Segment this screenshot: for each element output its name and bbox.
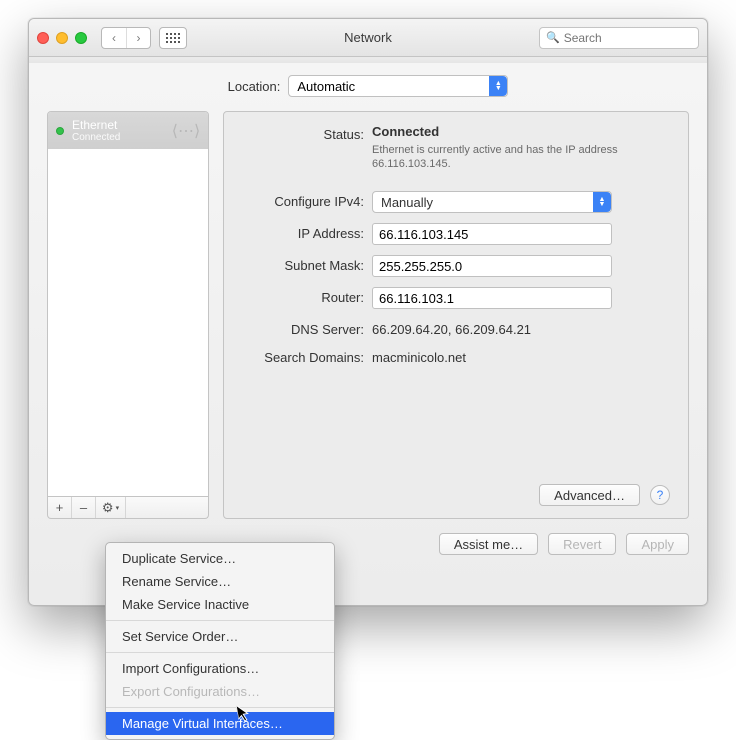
ip-input[interactable] <box>372 223 612 245</box>
advanced-button[interactable]: Advanced… <box>539 484 640 506</box>
router-label: Router: <box>232 287 372 305</box>
advanced-row: Advanced… ? <box>539 484 670 506</box>
mask-row: Subnet Mask: <box>232 255 670 277</box>
location-row: Location: Automatic ▲▼ <box>47 75 689 97</box>
menu-import-configs[interactable]: Import Configurations… <box>106 657 334 680</box>
status-label: Status: <box>232 124 372 142</box>
nav-buttons: ‹ › <box>101 27 151 49</box>
list-toolbar: + – ⚙︎▾ <box>47 497 209 519</box>
search-domains-label: Search Domains: <box>232 347 372 365</box>
service-name: Ethernet <box>72 118 172 132</box>
status-dot-icon <box>56 127 64 135</box>
configure-row: Configure IPv4: Manually ▲▼ <box>232 191 670 213</box>
router-row: Router: <box>232 287 670 309</box>
status-value: Connected <box>372 124 439 139</box>
location-label: Location: <box>228 79 281 94</box>
minus-icon: – <box>80 500 87 515</box>
chevron-left-icon: ‹ <box>112 31 116 45</box>
location-select[interactable]: Automatic ▲▼ <box>288 75 508 97</box>
router-input[interactable] <box>372 287 612 309</box>
status-detail: Ethernet is currently active and has the… <box>372 143 670 171</box>
menu-separator <box>106 707 334 708</box>
service-item-ethernet[interactable]: Ethernet Connected ⟨⋯⟩ <box>48 112 208 149</box>
updown-icon: ▲▼ <box>489 76 507 96</box>
forward-button[interactable]: › <box>126 28 150 48</box>
add-service-button[interactable]: + <box>48 497 72 518</box>
mask-input[interactable] <box>372 255 612 277</box>
traffic-lights <box>37 32 87 44</box>
zoom-button[interactable] <box>75 32 87 44</box>
assist-button[interactable]: Assist me… <box>439 533 538 555</box>
minimize-button[interactable] <box>56 32 68 44</box>
updown-icon: ▲▼ <box>593 192 611 212</box>
window-title: Network <box>344 30 392 45</box>
ethernet-icon: ⟨⋯⟩ <box>172 122 200 140</box>
sidebar: Ethernet Connected ⟨⋯⟩ + – ⚙︎▾ <box>47 111 209 519</box>
dns-row: DNS Server: 66.209.64.20, 66.209.64.21 <box>232 319 670 337</box>
chevron-down-icon: ▾ <box>116 504 120 512</box>
show-all-button[interactable] <box>159 27 187 49</box>
search-input[interactable] <box>564 31 692 45</box>
help-icon: ? <box>657 488 664 502</box>
revert-button[interactable]: Revert <box>548 533 616 555</box>
location-value: Automatic <box>297 79 355 94</box>
grid-icon <box>166 33 180 43</box>
back-button[interactable]: ‹ <box>102 28 126 48</box>
menu-set-order[interactable]: Set Service Order… <box>106 625 334 648</box>
main-split: Ethernet Connected ⟨⋯⟩ + – ⚙︎▾ <box>47 111 689 519</box>
configure-select[interactable]: Manually ▲▼ <box>372 191 612 213</box>
search-field[interactable]: 🔍 <box>539 27 699 49</box>
status-value-container: Connected Ethernet is currently active a… <box>372 124 670 171</box>
dns-value: 66.209.64.20, 66.209.64.21 <box>372 319 670 337</box>
help-button[interactable]: ? <box>650 485 670 505</box>
configure-label: Configure IPv4: <box>232 191 372 209</box>
details-pane: Status: Connected Ethernet is currently … <box>223 111 689 519</box>
menu-separator <box>106 620 334 621</box>
service-status: Connected <box>72 132 172 143</box>
plus-icon: + <box>56 500 64 515</box>
remove-service-button[interactable]: – <box>72 497 96 518</box>
ip-row: IP Address: <box>232 223 670 245</box>
menu-duplicate-service[interactable]: Duplicate Service… <box>106 547 334 570</box>
service-text: Ethernet Connected <box>72 118 172 143</box>
gear-menu-button[interactable]: ⚙︎▾ <box>96 497 126 518</box>
chevron-right-icon: › <box>137 31 141 45</box>
mask-label: Subnet Mask: <box>232 255 372 273</box>
titlebar: ‹ › Network 🔍 <box>29 19 707 57</box>
ip-label: IP Address: <box>232 223 372 241</box>
gear-context-menu: Duplicate Service… Rename Service… Make … <box>105 542 335 740</box>
service-list[interactable]: Ethernet Connected ⟨⋯⟩ <box>47 111 209 497</box>
gear-icon: ⚙︎ <box>102 500 114 516</box>
menu-rename-service[interactable]: Rename Service… <box>106 570 334 593</box>
close-button[interactable] <box>37 32 49 44</box>
menu-manage-virtual-interfaces[interactable]: Manage Virtual Interfaces… <box>106 712 334 735</box>
search-domains-value: macminicolo.net <box>372 347 670 365</box>
content: Location: Automatic ▲▼ Ethernet Connecte… <box>29 63 707 555</box>
apply-button[interactable]: Apply <box>626 533 689 555</box>
dns-label: DNS Server: <box>232 319 372 337</box>
network-preferences-window: ‹ › Network 🔍 Location: Automatic ▲▼ <box>28 18 708 606</box>
configure-value: Manually <box>381 195 433 210</box>
menu-separator <box>106 652 334 653</box>
status-row: Status: Connected Ethernet is currently … <box>232 124 670 171</box>
search-domains-row: Search Domains: macminicolo.net <box>232 347 670 365</box>
search-icon: 🔍 <box>546 31 560 44</box>
menu-export-configs: Export Configurations… <box>106 680 334 703</box>
menu-make-inactive[interactable]: Make Service Inactive <box>106 593 334 616</box>
